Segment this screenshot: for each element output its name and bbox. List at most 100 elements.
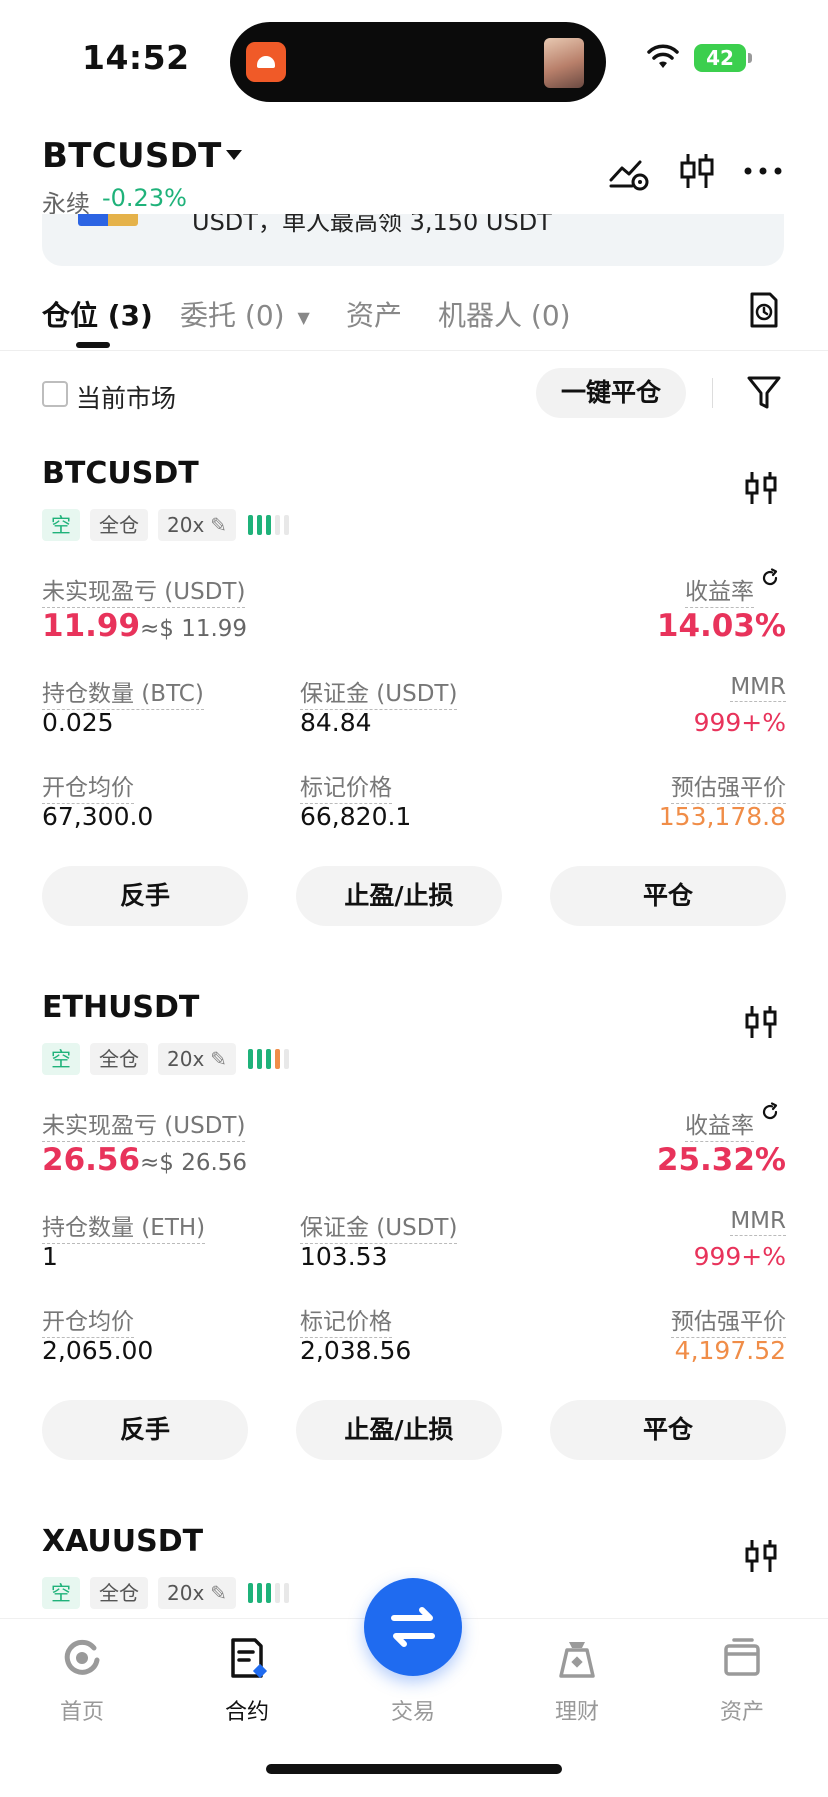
history-icon[interactable]: [744, 290, 784, 330]
app-icon: [246, 42, 286, 82]
close-position-button[interactable]: 平仓: [550, 866, 786, 926]
nav-futures[interactable]: 合约: [197, 1636, 297, 1726]
chevron-down-icon[interactable]: [226, 150, 242, 160]
nav-earn-label: 理财: [554, 1700, 599, 1725]
size-label: 持仓数量 (ETH): [42, 1208, 206, 1244]
candlestick-icon[interactable]: [742, 1004, 780, 1040]
battery-indicator: 42: [694, 44, 752, 72]
side-badge: 空: [42, 509, 80, 541]
edit-icon: ✎: [210, 1581, 228, 1605]
tab-assets[interactable]: 资产: [346, 294, 402, 334]
current-market-label: 当前市场: [76, 384, 177, 413]
reverse-button[interactable]: 反手: [42, 1400, 248, 1460]
close-position-button[interactable]: 平仓: [550, 1400, 786, 1460]
leverage-badge[interactable]: 20x ✎: [158, 1577, 237, 1609]
risk-level-bars: [248, 1583, 290, 1603]
leverage-value: 20x: [167, 513, 205, 537]
margin-mode-badge: 全仓: [90, 1043, 148, 1075]
mmr-value: 999+%: [693, 1242, 786, 1271]
tab-active-indicator: [76, 342, 110, 348]
dynamic-island: [230, 22, 606, 102]
ror-label: 收益率: [685, 572, 754, 608]
risk-level-bars: [248, 1049, 290, 1069]
status-time: 14:52: [82, 38, 190, 77]
mark-price-label: 标记价格: [300, 768, 392, 804]
mark-price-label: 标记价格: [300, 1302, 392, 1338]
nav-home-label: 首页: [59, 1700, 104, 1725]
nav-earn[interactable]: 理财: [527, 1636, 627, 1726]
candlestick-icon[interactable]: [676, 150, 718, 192]
margin-label: 保证金 (USDT): [300, 1208, 458, 1244]
margin-mode-badge: 全仓: [90, 1577, 148, 1609]
side-badge: 空: [42, 1043, 80, 1075]
tab-orders[interactable]: 委托 (0) ▼: [180, 294, 310, 334]
more-icon[interactable]: [742, 150, 784, 192]
nav-assets[interactable]: 资产: [692, 1636, 792, 1726]
entry-price: 67,300.0: [42, 802, 154, 831]
wallet-icon: [724, 1638, 760, 1676]
pnl-label: 未实现盈亏 (USDT): [42, 572, 246, 608]
swap-icon: [391, 1607, 435, 1647]
mark-price: 2,038.56: [300, 1336, 412, 1365]
position-size: 1: [42, 1242, 58, 1271]
leverage-badge[interactable]: 20x ✎: [158, 1043, 237, 1075]
position-symbol[interactable]: BTCUSDT: [42, 456, 199, 491]
position-card-btcusdt: BTCUSDT 空 全仓 20x ✎ 未实现盈亏 (USDT) 收益率 11.99…: [0, 456, 828, 976]
tpsl-button[interactable]: 止盈/止损: [296, 866, 502, 926]
close-all-button[interactable]: 一键平仓: [536, 368, 686, 418]
return-rate: 25.32%: [656, 1142, 786, 1178]
entry-price: 2,065.00: [42, 1336, 154, 1365]
current-market-checkbox[interactable]: [42, 381, 68, 407]
share-icon[interactable]: [760, 1102, 780, 1122]
unrealized-pnl: 26.56: [42, 1142, 141, 1178]
leverage-badge[interactable]: 20x ✎: [158, 509, 237, 541]
strategy-icon[interactable]: [608, 150, 650, 192]
position-card-ethusdt: ETHUSDT 空 全仓 20x ✎ 未实现盈亏 (USDT) 收益率 26.56…: [0, 990, 828, 1510]
tab-positions[interactable]: 仓位 (3): [42, 294, 153, 334]
home-indicator: [266, 1764, 562, 1774]
margin-label: 保证金 (USDT): [300, 674, 458, 710]
home-icon: [64, 1639, 100, 1675]
nav-home[interactable]: 首页: [32, 1636, 132, 1726]
futures-icon: [231, 1638, 268, 1679]
chevron-down-icon: ▼: [297, 307, 310, 327]
position-size: 0.025: [42, 708, 114, 737]
position-tags: 空 全仓 20x ✎: [42, 1042, 290, 1076]
return-rate: 14.03%: [656, 608, 786, 644]
tpsl-button[interactable]: 止盈/止损: [296, 1400, 502, 1460]
leverage-value: 20x: [167, 1581, 205, 1605]
mmr-label: MMR: [730, 1208, 786, 1236]
mmr-value: 999+%: [693, 708, 786, 737]
wifi-icon: [647, 44, 679, 68]
promo-banner[interactable]: USDT，单人最高领 3,150 USDT: [42, 214, 784, 266]
candlestick-icon[interactable]: [742, 470, 780, 506]
mark-price: 66,820.1: [300, 802, 412, 831]
margin-mode-badge: 全仓: [90, 509, 148, 541]
position-symbol[interactable]: XAUUSDT: [42, 1524, 203, 1559]
entry-price-label: 开仓均价: [42, 1302, 134, 1338]
price-change: -0.23%: [102, 184, 187, 212]
side-badge: 空: [42, 1577, 80, 1609]
trade-button[interactable]: [364, 1578, 462, 1676]
liq-price-label: 预估强平价: [671, 1302, 786, 1338]
edit-icon: ✎: [210, 513, 228, 537]
reverse-button[interactable]: 反手: [42, 866, 248, 926]
liq-price: 4,197.52: [674, 1336, 786, 1365]
size-label: 持仓数量 (BTC): [42, 674, 204, 710]
position-symbol[interactable]: ETHUSDT: [42, 990, 199, 1025]
promo-logo: [78, 214, 138, 226]
nav-futures-label: 合约: [224, 1700, 269, 1725]
tab-orders-label: 委托 (0): [180, 299, 285, 332]
divider: [0, 350, 828, 351]
entry-price-label: 开仓均价: [42, 768, 134, 804]
promo-text: USDT，单人最高领 3,150 USDT: [192, 214, 552, 236]
risk-level-bars: [248, 515, 290, 535]
candlestick-icon[interactable]: [742, 1538, 780, 1574]
filter-icon[interactable]: [746, 374, 782, 412]
unrealized-pnl: 11.99: [42, 608, 141, 644]
share-icon[interactable]: [760, 568, 780, 588]
nav-trade-label[interactable]: 交易: [364, 1694, 462, 1726]
tab-bots[interactable]: 机器人 (0): [438, 294, 571, 334]
pnl-label: 未实现盈亏 (USDT): [42, 1106, 246, 1142]
pair-title[interactable]: BTCUSDT: [42, 136, 222, 176]
